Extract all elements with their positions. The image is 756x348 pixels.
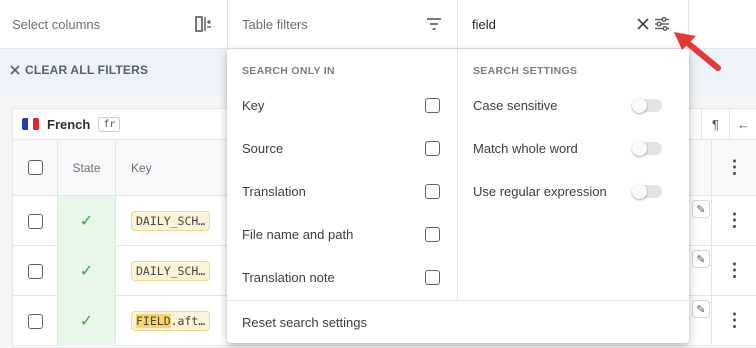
pencil-icon[interactable]: ✎ bbox=[692, 250, 710, 268]
more-options-icon[interactable]: ⋮ bbox=[711, 296, 756, 345]
table-filters-control[interactable]: Table filters bbox=[228, 0, 458, 48]
option-label: Translation note bbox=[242, 270, 335, 285]
key-cell[interactable]: DAILY_SCH… bbox=[116, 196, 236, 246]
column-header-state[interactable]: State bbox=[57, 140, 116, 195]
key-match: FIELD bbox=[136, 314, 171, 328]
row-select-cell bbox=[13, 296, 57, 346]
search-only-in-section: SEARCH ONLY IN Key Source Translation Fi… bbox=[227, 49, 458, 300]
column-header-key[interactable]: Key bbox=[116, 140, 236, 195]
search-in-source-option[interactable]: Source bbox=[227, 127, 458, 170]
pencil-icon[interactable]: ✎ bbox=[692, 200, 710, 218]
search-in-note-checkbox[interactable] bbox=[425, 270, 440, 285]
search-in-translation-checkbox[interactable] bbox=[425, 184, 440, 199]
key-cell[interactable]: DAILY_SCH… bbox=[116, 246, 236, 296]
language-name: French bbox=[47, 116, 91, 132]
option-label: Source bbox=[242, 141, 284, 156]
search-input[interactable]: field bbox=[472, 17, 496, 32]
arrow-left-icon[interactable]: ← bbox=[729, 109, 756, 139]
language-code-badge: fr bbox=[98, 116, 121, 132]
clear-all-filters-label: CLEAR ALL FILTERS bbox=[25, 63, 149, 77]
option-label: Key bbox=[242, 98, 265, 113]
check-icon: ✓ bbox=[57, 296, 116, 346]
close-icon[interactable] bbox=[633, 14, 653, 34]
search-in-file-option[interactable]: File name and path bbox=[227, 213, 458, 256]
search-in-key-checkbox[interactable] bbox=[425, 98, 440, 113]
reset-search-settings-button[interactable]: Reset search settings bbox=[227, 300, 689, 343]
search-options-dropdown: SEARCH ONLY IN Key Source Translation Fi… bbox=[227, 49, 689, 343]
regex-option[interactable]: Use regular expression bbox=[458, 170, 689, 213]
option-label: Use regular expression bbox=[473, 184, 607, 199]
search-in-translation-option[interactable]: Translation bbox=[227, 170, 458, 213]
more-options-icon[interactable]: ⋮ bbox=[711, 140, 756, 195]
search-settings-section: SEARCH SETTINGS Case sensitive Match who… bbox=[458, 49, 689, 300]
key-chip: FIELD.aft… bbox=[131, 311, 211, 331]
columns-icon bbox=[193, 14, 213, 34]
key-chip: DAILY_SCH… bbox=[131, 261, 211, 281]
row-checkbox[interactable] bbox=[27, 213, 43, 229]
check-icon: ✓ bbox=[57, 246, 116, 296]
case-sensitive-toggle[interactable] bbox=[632, 98, 662, 113]
search-settings-title: SEARCH SETTINGS bbox=[473, 65, 578, 77]
search-in-file-checkbox[interactable] bbox=[425, 227, 440, 242]
check-icon: ✓ bbox=[57, 196, 116, 246]
search-in-note-option[interactable]: Translation note bbox=[227, 256, 458, 299]
key-cell[interactable]: FIELD.aft… bbox=[116, 296, 236, 346]
filter-icon bbox=[424, 14, 444, 34]
language-tools: ¶ ← bbox=[701, 109, 756, 139]
whole-word-toggle[interactable] bbox=[632, 141, 662, 156]
case-sensitive-option[interactable]: Case sensitive bbox=[458, 84, 689, 127]
more-options-icon[interactable]: ⋮ bbox=[711, 246, 756, 295]
key-text: .aft… bbox=[170, 314, 206, 328]
key-text: DAILY_SCH… bbox=[136, 214, 206, 228]
row-select-cell bbox=[13, 196, 57, 246]
toolbar: Select columns Table filters field bbox=[0, 0, 756, 49]
option-label: Translation bbox=[242, 184, 306, 199]
option-label: Case sensitive bbox=[473, 98, 558, 113]
option-label: Match whole word bbox=[473, 141, 578, 156]
search-field[interactable]: field bbox=[458, 0, 689, 48]
more-options-icon[interactable]: ⋮ bbox=[711, 196, 756, 245]
row-checkbox[interactable] bbox=[27, 263, 43, 279]
clear-all-filters-button[interactable]: CLEAR ALL FILTERS bbox=[10, 63, 148, 77]
key-chip: DAILY_SCH… bbox=[131, 211, 211, 231]
key-text: DAILY_SCH… bbox=[136, 264, 206, 278]
whole-word-option[interactable]: Match whole word bbox=[458, 127, 689, 170]
select-all-checkbox[interactable] bbox=[27, 160, 43, 175]
close-icon bbox=[10, 65, 20, 75]
select-all-cell bbox=[13, 140, 57, 195]
row-checkbox[interactable] bbox=[27, 313, 43, 329]
select-columns-label: Select columns bbox=[12, 16, 101, 32]
row-select-cell bbox=[13, 246, 57, 296]
search-only-in-title: SEARCH ONLY IN bbox=[242, 65, 335, 77]
pencil-icon[interactable]: ✎ bbox=[692, 300, 710, 318]
search-in-key-option[interactable]: Key bbox=[227, 84, 458, 127]
table-filters-label: Table filters bbox=[242, 16, 308, 32]
regex-toggle[interactable] bbox=[632, 184, 662, 199]
annotation-arrow-icon bbox=[674, 32, 721, 71]
search-in-source-checkbox[interactable] bbox=[425, 141, 440, 156]
option-label: File name and path bbox=[242, 227, 354, 242]
french-flag-icon bbox=[22, 118, 39, 130]
pilcrow-icon[interactable]: ¶ bbox=[701, 109, 729, 139]
select-columns-control[interactable]: Select columns bbox=[0, 0, 228, 48]
